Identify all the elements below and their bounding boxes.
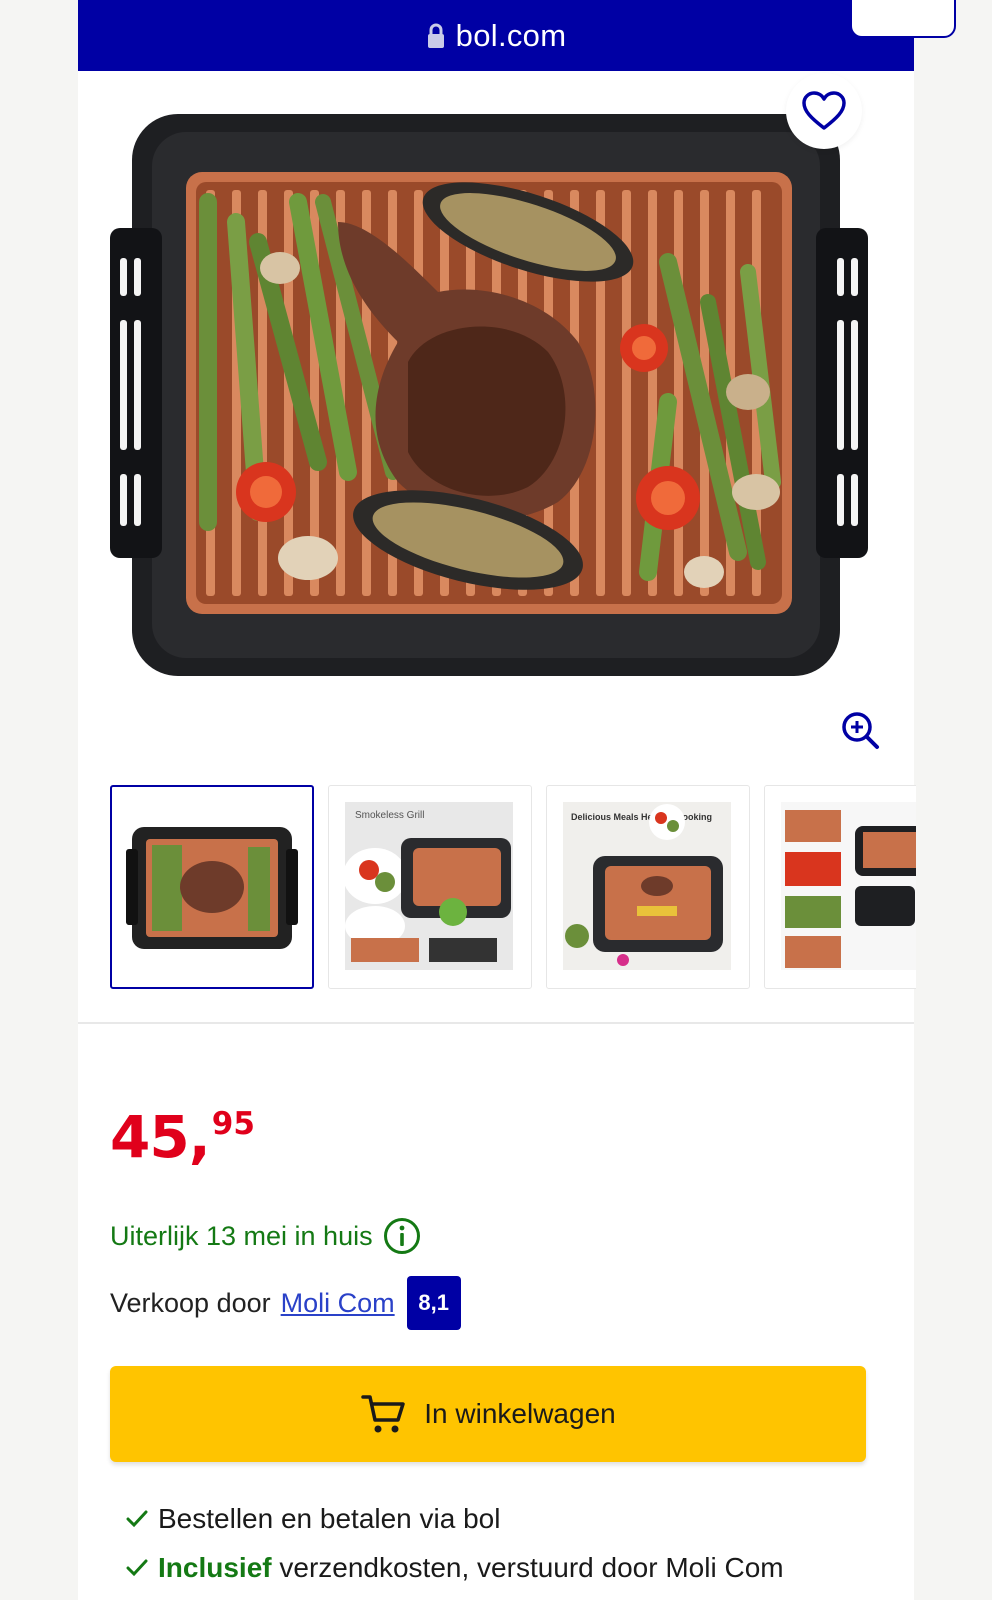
wishlist-button[interactable] — [786, 73, 862, 149]
browser-tab-indicator[interactable] — [850, 0, 956, 38]
seller-link[interactable]: Moli Com — [281, 1288, 395, 1319]
seller-info: Verkoop door Moli Com 8,1 — [110, 1276, 461, 1330]
delivery-text: Uiterlijk 13 mei in huis — [110, 1220, 373, 1251]
thumbnail-caption: Delicious Meals Healthy Cooking — [571, 812, 712, 822]
thumbnail-4[interactable] — [764, 785, 916, 989]
thumbnail-2[interactable]: Smokeless Grill — [328, 785, 532, 989]
price-euros: 45, — [110, 1103, 211, 1171]
browser-address-bar[interactable]: bol.com — [78, 0, 914, 71]
lock-icon — [427, 23, 444, 48]
add-to-cart-label: In winkelwagen — [424, 1398, 616, 1429]
product-image[interactable] — [108, 92, 878, 712]
price-cents: 95 — [211, 1106, 255, 1142]
seller-rating-badge: 8,1 — [406, 1276, 461, 1330]
usp-bold: Inclusief — [158, 1552, 272, 1583]
usp-text: Bestellen en betalen via bol — [158, 1503, 501, 1534]
usp-item: Bestellen en betalen via bol — [126, 1503, 500, 1535]
product-price: 45, 95 — [110, 1108, 255, 1166]
thumbnail-3[interactable]: Delicious Meals Healthy Cooking — [546, 785, 750, 989]
thumbnail-1[interactable] — [110, 785, 314, 989]
delivery-info: Uiterlijk 13 mei in huis — [110, 1217, 421, 1255]
cart-icon — [361, 1395, 406, 1433]
check-icon — [126, 1510, 148, 1528]
seller-prefix: Verkoop door — [110, 1287, 271, 1318]
section-divider — [78, 1022, 914, 1024]
check-icon — [126, 1559, 148, 1577]
zoom-in-icon[interactable] — [840, 710, 880, 750]
product-page: bol.com Smokeless Grill Delicious Meals … — [78, 0, 916, 1600]
usp-text: verzendkosten, verstuurd door Moli Com — [271, 1552, 784, 1583]
add-to-cart-button[interactable]: In winkelwagen — [110, 1366, 866, 1462]
thumbnail-caption: Smokeless Grill — [355, 810, 424, 821]
info-icon[interactable] — [383, 1217, 421, 1255]
thumbnail-image — [126, 827, 298, 949]
usp-item: Inclusief verzendkosten, verstuurd door … — [126, 1552, 784, 1584]
url-text: bol.com — [455, 17, 567, 53]
thumbnail-strip[interactable]: Smokeless Grill Delicious Meals Healthy … — [110, 785, 916, 991]
heart-icon — [802, 91, 846, 130]
